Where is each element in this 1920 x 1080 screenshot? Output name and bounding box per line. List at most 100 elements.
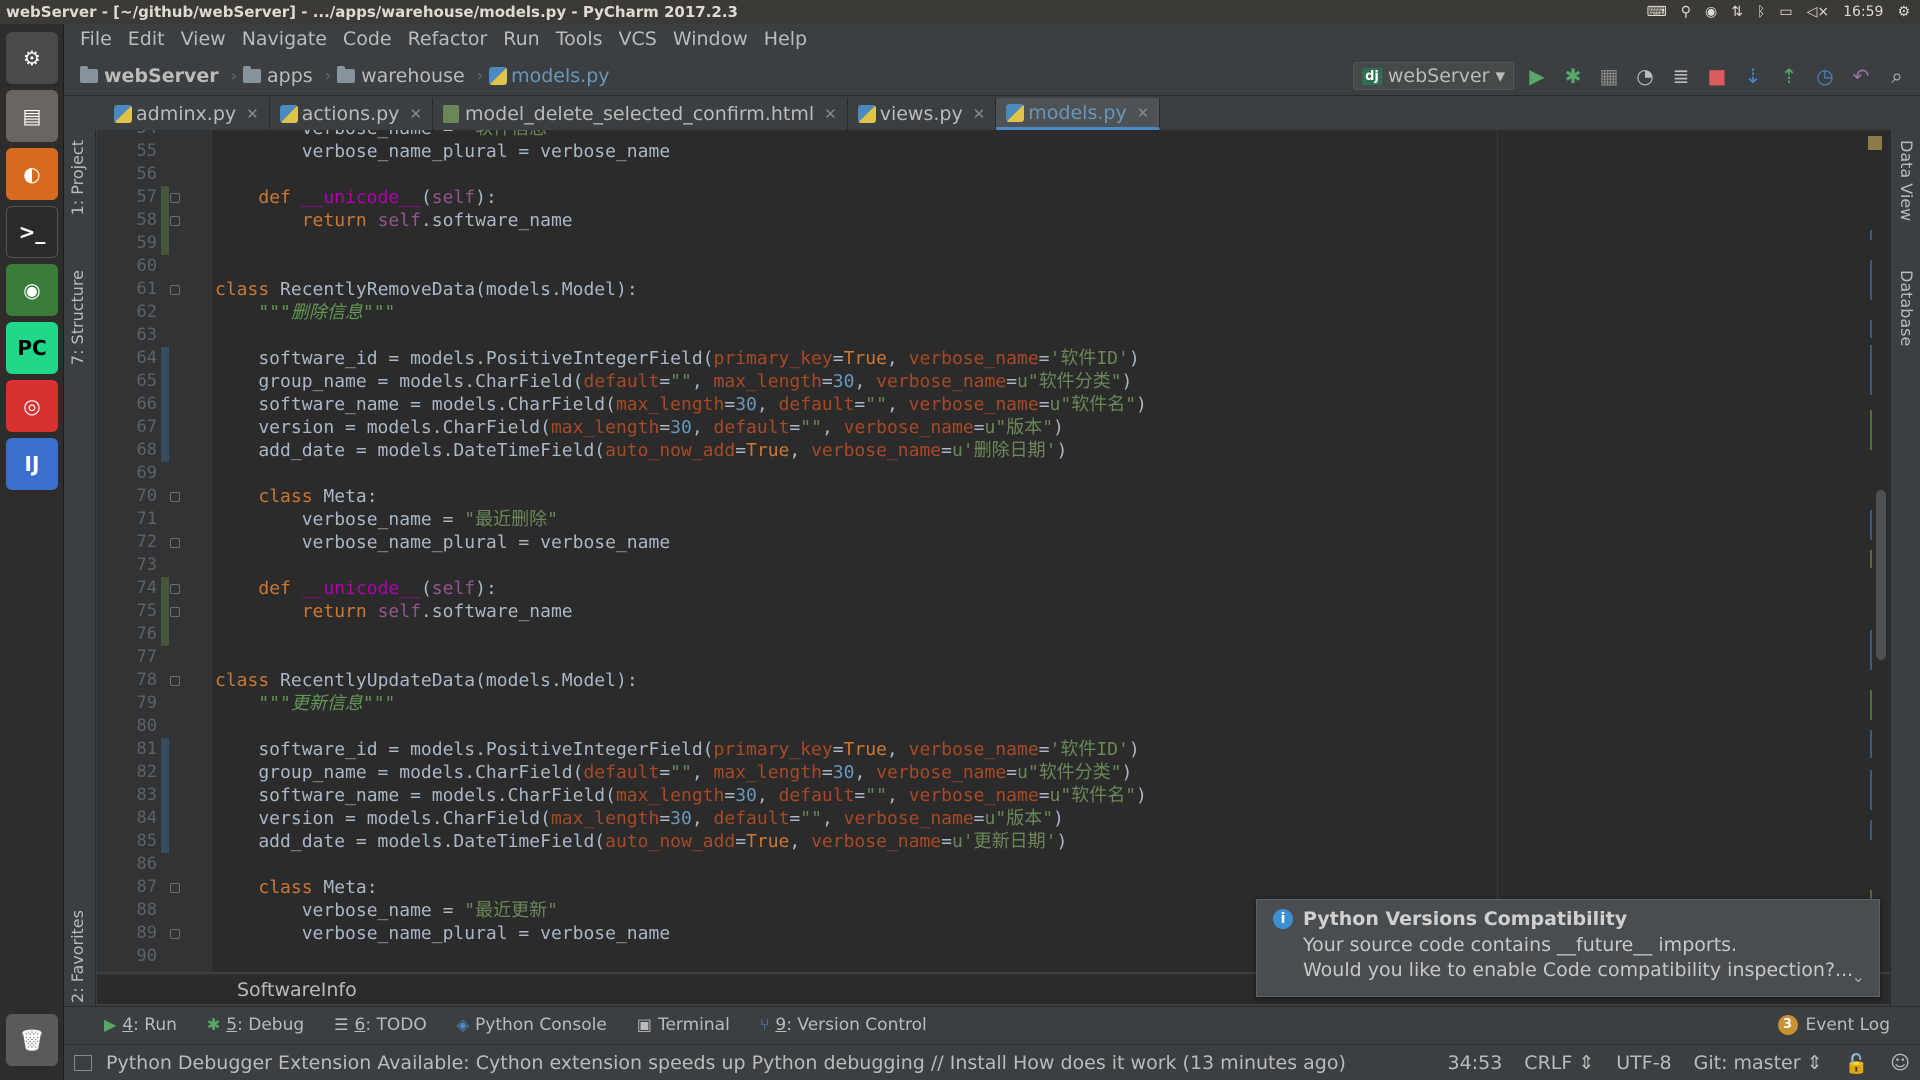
clock[interactable]: 16:59 (1843, 4, 1883, 20)
fold-marker-icon[interactable] (170, 538, 180, 548)
code-line[interactable]: def __unicode__(self): (215, 186, 496, 209)
scroll-change-mark[interactable] (1870, 410, 1872, 450)
code-line[interactable]: software_name = models.CharField(max_len… (215, 784, 1147, 807)
terminal-icon[interactable]: >_ (6, 206, 58, 258)
menu-tools[interactable]: Tools (548, 28, 611, 50)
tool-todo[interactable]: ☰ 6: TODO (334, 1015, 427, 1035)
vcs-history-icon[interactable]: ◷ (1812, 63, 1838, 89)
menu-view[interactable]: View (173, 28, 234, 50)
tool-terminal[interactable]: ▣ Terminal (637, 1015, 730, 1035)
menu-help[interactable]: Help (756, 28, 815, 50)
breadcrumb-project[interactable]: webServer (80, 65, 219, 87)
run-icon[interactable]: ▶ (1524, 63, 1550, 89)
code-line[interactable]: verbose_name = "最近更新" (215, 899, 558, 922)
vcs-change-marker[interactable] (161, 577, 169, 646)
pycharm-icon[interactable]: PC (6, 322, 58, 374)
close-icon[interactable]: ✕ (824, 105, 837, 123)
close-icon[interactable]: ✕ (409, 105, 422, 123)
code-line[interactable]: verbose_name_plural = verbose_name (215, 531, 670, 554)
code-line[interactable]: verbose_name = "最近删除" (215, 508, 558, 531)
code-line[interactable]: group_name = models.CharField(default=""… (215, 370, 1132, 393)
network-icon[interactable]: ⇅ (1731, 4, 1743, 20)
location-icon[interactable]: ⚲ (1681, 4, 1691, 20)
debug-icon[interactable]: ✱ (1560, 63, 1586, 89)
code-line[interactable]: verbose_name_plural = verbose_name (215, 140, 670, 163)
fold-marker-icon[interactable] (170, 929, 180, 939)
code-line[interactable]: class Meta: (215, 485, 377, 508)
stop-icon[interactable]: ■ (1704, 63, 1730, 89)
firefox-icon[interactable]: ◐ (6, 148, 58, 200)
chrome-icon[interactable]: ◉ (6, 264, 58, 316)
code-line[interactable]: group_name = models.CharField(default=""… (215, 761, 1132, 784)
event-log-button[interactable]: 3 Event Log (1777, 1007, 1890, 1043)
menu-code[interactable]: Code (335, 28, 400, 50)
scroll-thumb[interactable] (1876, 490, 1886, 660)
keyboard-icon[interactable]: ⌨ (1647, 4, 1667, 20)
status-message[interactable]: Python Debugger Extension Available: Cyt… (106, 1052, 1346, 1074)
vcs-change-marker[interactable] (161, 347, 169, 462)
tool-tab-structure[interactable]: 7: Structure (68, 270, 87, 365)
scroll-change-mark[interactable] (1870, 230, 1872, 240)
inspection-marker[interactable] (1868, 136, 1882, 150)
fold-marker-icon[interactable] (170, 607, 180, 617)
scroll-change-mark[interactable] (1870, 345, 1872, 395)
fold-marker-icon[interactable] (170, 216, 180, 226)
code-line[interactable]: class RecentlyUpdateData(models.Model): (215, 669, 638, 692)
settings-gear-icon[interactable]: ⚙ (1897, 4, 1910, 20)
code-line[interactable]: version = models.CharField(max_length=30… (215, 416, 1064, 439)
battery-icon[interactable]: ▭ (1779, 4, 1792, 20)
tab-actions-py[interactable]: actions.py ✕ (269, 98, 434, 130)
menu-refactor[interactable]: Refactor (400, 28, 496, 50)
code-area[interactable]: verbose_name = "软件信息" verbose_name_plura… (215, 130, 1890, 972)
bluetooth-icon[interactable]: ᛒ (1757, 4, 1765, 20)
git-branch[interactable]: Git: master ⇕ (1694, 1052, 1823, 1074)
vcs-commit-icon[interactable]: ⇡ (1776, 63, 1802, 89)
tab-adminx-py[interactable]: adminx.py ✕ (104, 98, 270, 130)
breadcrumb-file[interactable]: models.py (489, 65, 610, 87)
tool-tab-favorites[interactable]: 2: Favorites (68, 910, 87, 1003)
notification-balloon[interactable]: i Python Versions Compatibility Your sou… (1256, 899, 1880, 997)
scroll-change-mark[interactable] (1870, 770, 1872, 810)
code-line[interactable]: return self.software_name (215, 600, 573, 623)
chrome-tray-icon[interactable]: ◉ (1705, 4, 1717, 20)
tool-windows-toggle-icon[interactable] (74, 1054, 92, 1071)
concurrency-icon[interactable]: ≣ (1668, 63, 1694, 89)
notification-line-2[interactable]: Would you like to enable Code compatibil… (1303, 958, 1865, 983)
scroll-change-mark[interactable] (1870, 320, 1872, 338)
lock-icon[interactable]: 🔓 (1845, 1052, 1869, 1075)
editor-gutter[interactable]: 5455 56 57 58 59 60 61 62 63 64 65 66 67 68 69 70 71 72 73… (97, 130, 212, 972)
tool-run[interactable]: ▶ 4: Run (104, 1015, 177, 1035)
menu-window[interactable]: Window (665, 28, 756, 50)
scroll-change-mark[interactable] (1870, 690, 1872, 720)
code-line[interactable]: return self.software_name (215, 209, 573, 232)
run-configuration-dropdown[interactable]: dj webServer ▾ (1353, 62, 1514, 90)
close-icon[interactable]: ✕ (973, 105, 986, 123)
vcs-change-marker[interactable] (161, 186, 169, 255)
menu-edit[interactable]: Edit (120, 28, 173, 50)
scroll-change-mark[interactable] (1870, 730, 1872, 758)
scroll-change-mark[interactable] (1870, 510, 1872, 540)
fold-marker-icon[interactable] (170, 492, 180, 502)
line-separator[interactable]: CRLF ⇕ (1524, 1052, 1594, 1074)
menu-run[interactable]: Run (495, 28, 547, 50)
code-line[interactable]: verbose_name = "软件信息" (215, 130, 558, 140)
file-manager-icon[interactable]: ▤ (6, 90, 58, 142)
menu-vcs[interactable]: VCS (611, 28, 665, 50)
tool-debug[interactable]: ✱ 5: Debug (207, 1015, 304, 1035)
tool-python-console[interactable]: ◈ Python Console (457, 1015, 607, 1035)
profile-icon[interactable]: ◔ (1632, 63, 1658, 89)
chevron-down-icon[interactable]: ⌄ (1852, 967, 1865, 986)
menu-file[interactable]: File (72, 28, 120, 50)
revert-icon[interactable]: ↶ (1848, 63, 1874, 89)
fold-marker-icon[interactable] (170, 193, 180, 203)
vcs-change-marker[interactable] (161, 738, 169, 853)
search-icon[interactable]: ⌕ (1884, 63, 1910, 89)
tab-views-py[interactable]: views.py ✕ (847, 98, 997, 130)
tool-tab-data-view[interactable]: Data View (1897, 140, 1916, 221)
code-line[interactable]: software_name = models.CharField(max_len… (215, 393, 1147, 416)
fold-marker-icon[interactable] (170, 584, 180, 594)
scroll-change-mark[interactable] (1870, 260, 1872, 300)
tab-model-delete-selected-confirm-html[interactable]: model_delete_selected_confirm.html ✕ (433, 98, 848, 130)
menu-navigate[interactable]: Navigate (234, 28, 335, 50)
code-line[interactable]: software_id = models.PositiveIntegerFiel… (215, 347, 1139, 370)
